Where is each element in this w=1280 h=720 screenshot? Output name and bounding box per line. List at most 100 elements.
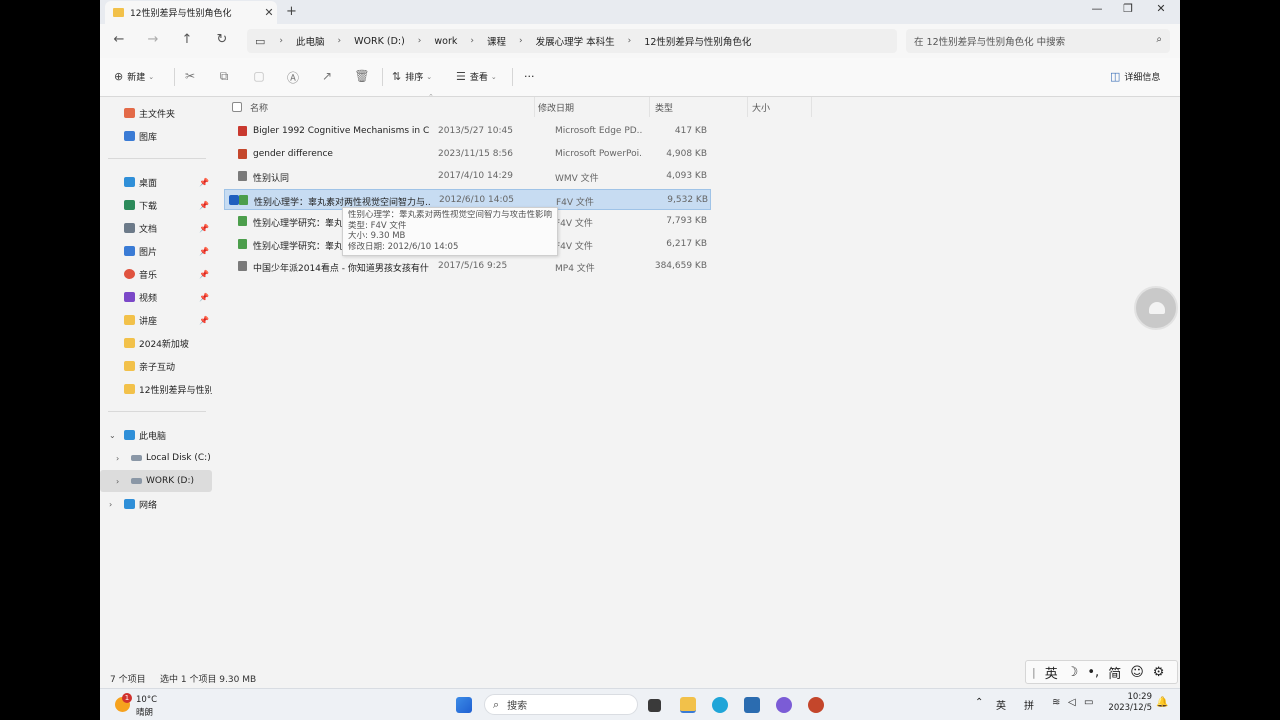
breadcrumb-item[interactable]: 课程: [487, 34, 506, 48]
sidebar-item-work-drive[interactable]: › WORK (D:): [100, 470, 212, 492]
file-name: 性别心理学研究：睾丸素...: [253, 242, 343, 252]
column-header-modified[interactable]: 修改日期: [538, 101, 574, 114]
address-row: ← → ↑ ↻ ▭ › 此电脑 › WORK (D:) › work › 课程 …: [100, 24, 1180, 58]
ime-handle[interactable]: |: [1032, 666, 1036, 679]
forward-button[interactable]: →: [144, 32, 162, 47]
pin-icon: 📌: [199, 292, 209, 302]
tray-lang-en[interactable]: 英: [996, 697, 1006, 712]
sidebar-item-lectures[interactable]: 讲座 📌: [100, 309, 212, 331]
share-icon[interactable]: ↗: [319, 69, 335, 83]
sidebar-item-music[interactable]: 音乐 📌: [100, 263, 212, 285]
pin-icon: 📌: [199, 246, 209, 256]
new-button[interactable]: ⊕ 新建 ⌄: [114, 70, 154, 83]
chevron-right-icon[interactable]: ›: [109, 500, 112, 509]
column-header-type[interactable]: 类型: [655, 101, 673, 114]
tooltip-title: 性别心理学：睾丸素对两性视觉空间智力与攻击性影响: [348, 210, 552, 220]
cut-icon[interactable]: ✂: [182, 69, 198, 83]
desktop-icon: [124, 177, 135, 187]
chevron-right-icon[interactable]: ›: [116, 454, 119, 463]
breadcrumb-item[interactable]: 发展心理学 本科生: [536, 34, 615, 48]
file-explorer-icon[interactable]: [680, 697, 696, 713]
new-tab-button[interactable]: +: [286, 4, 297, 19]
weather-desc: 晴朗: [136, 708, 154, 718]
copilot-icon[interactable]: [776, 697, 792, 713]
start-icon[interactable]: [456, 697, 472, 713]
chevron-down-icon[interactable]: ⌄: [109, 431, 116, 440]
drive-icon: [131, 455, 142, 461]
weather-widget[interactable]: 1 10°C 晴朗: [112, 692, 182, 718]
ime-emoji-icon[interactable]: ☺: [1130, 665, 1144, 680]
rename-icon[interactable]: Ⓐ: [285, 69, 301, 86]
sidebar-item-local-disk[interactable]: › Local Disk (C:): [100, 447, 212, 469]
sidebar-item-network[interactable]: › 网络: [100, 493, 212, 515]
sidebar-item-desktop[interactable]: 桌面 📌: [100, 171, 212, 193]
close-tab-icon[interactable]: ✕: [261, 6, 277, 19]
up-button[interactable]: ↑: [178, 32, 196, 47]
store-icon[interactable]: [744, 697, 760, 713]
delete-icon[interactable]: 🗑: [354, 69, 370, 83]
column-header-size[interactable]: 大小: [752, 101, 770, 114]
battery-icon[interactable]: ▭: [1084, 697, 1093, 708]
taskbar-search[interactable]: ⌕ 搜索: [484, 694, 638, 715]
sidebar-item-gender-folder[interactable]: 12性别差异与性别角色化: [100, 378, 212, 400]
tab-title: 12性别差异与性别角色化: [130, 9, 232, 19]
powerpoint-app-icon[interactable]: [808, 697, 824, 713]
minimize-button[interactable]: —: [1082, 2, 1112, 15]
file-type: Microsoft PowerPoi...: [555, 149, 643, 159]
refresh-button[interactable]: ↻: [213, 32, 231, 47]
close-window-button[interactable]: ✕: [1146, 2, 1176, 15]
ime-toolbar[interactable]: | 英 ☽ •, 简 ☺ ⚙: [1025, 660, 1178, 684]
breadcrumb-item[interactable]: 此电脑: [296, 34, 325, 48]
task-view-icon[interactable]: [648, 699, 661, 712]
sidebar-item-parent-child[interactable]: 亲子互动: [100, 355, 212, 377]
ime-punctuation-icon[interactable]: •,: [1087, 665, 1099, 680]
chevron-right-icon[interactable]: ›: [116, 477, 119, 486]
row-checkbox[interactable]: [229, 195, 239, 205]
breadcrumb-item[interactable]: WORK (D:): [354, 36, 405, 47]
ime-language-toggle[interactable]: 英: [1045, 663, 1058, 682]
wifi-icon[interactable]: ≋: [1052, 697, 1060, 708]
ime-moon-icon[interactable]: ☽: [1067, 665, 1079, 680]
ime-settings-icon[interactable]: ⚙: [1153, 665, 1165, 680]
tray-chevron-up-icon[interactable]: ⌃: [975, 697, 983, 708]
sidebar-item-home[interactable]: 主文件夹: [100, 102, 212, 124]
breadcrumb-item[interactable]: work: [434, 36, 457, 47]
file-row[interactable]: gender difference 2023/11/15 8:56 Micros…: [224, 144, 711, 165]
sidebar-item-videos[interactable]: 视频 📌: [100, 286, 212, 308]
notification-bell-icon[interactable]: 🔔: [1156, 697, 1168, 708]
file-row[interactable]: Bigler 1992 Cognitive Mechanisms in Chi.…: [224, 121, 711, 142]
file-row[interactable]: 性别认同 2017/4/10 14:29 WMV 文件 4,093 KB: [224, 166, 711, 187]
copy-icon[interactable]: ⧉: [216, 69, 232, 84]
sidebar-item-singapore[interactable]: 2024新加坡: [100, 332, 212, 354]
view-button[interactable]: ☰ 查看 ⌄: [456, 70, 497, 83]
file-row[interactable]: 中国少年派2014看点 - 你知道男孩女孩有什... 2017/5/16 9:2…: [224, 256, 711, 277]
edge-icon[interactable]: [712, 697, 728, 713]
sidebar-item-documents[interactable]: 文档 📌: [100, 217, 212, 239]
volume-icon[interactable]: ◁: [1068, 697, 1076, 708]
sidebar-item-gallery[interactable]: 图库: [100, 125, 212, 147]
folder-icon: [124, 338, 135, 348]
clock[interactable]: 10:29 2023/12/5: [1100, 692, 1152, 714]
explorer-tab[interactable]: 12性别差异与性别角色化 ✕: [105, 1, 277, 24]
more-options-button[interactable]: ···: [524, 70, 535, 83]
sidebar-item-pictures[interactable]: 图片 📌: [100, 240, 212, 262]
select-all-checkbox[interactable]: [232, 102, 242, 112]
file-size: 6,217 KB: [666, 239, 707, 249]
tray-lang-pinyin[interactable]: 拼: [1024, 697, 1034, 712]
sort-button[interactable]: ⇅ 排序 ⌄: [392, 70, 432, 83]
plus-circle-icon: ⊕: [114, 70, 124, 83]
sidebar-item-this-pc[interactable]: ⌄ 此电脑: [100, 424, 212, 446]
column-header-name[interactable]: 名称: [250, 101, 268, 114]
assistive-touch-icon[interactable]: [1134, 286, 1178, 330]
details-pane-button[interactable]: ◫ 详细信息: [1110, 70, 1160, 83]
sidebar-item-downloads[interactable]: 下载 📌: [100, 194, 212, 216]
back-button[interactable]: ←: [110, 32, 128, 47]
breadcrumb-item[interactable]: 12性别差异与性别角色化: [644, 34, 751, 48]
paste-icon[interactable]: ▢: [251, 69, 267, 83]
home-icon: [124, 108, 135, 118]
search-input[interactable]: 在 12性别差异与性别角色化 中搜索 ⌕: [906, 29, 1170, 53]
ime-simplified-toggle[interactable]: 简: [1108, 663, 1121, 682]
address-bar[interactable]: ▭ › 此电脑 › WORK (D:) › work › 课程 › 发展心理学 …: [247, 29, 897, 53]
maximize-button[interactable]: ❐: [1113, 2, 1143, 15]
documents-icon: [124, 223, 135, 233]
